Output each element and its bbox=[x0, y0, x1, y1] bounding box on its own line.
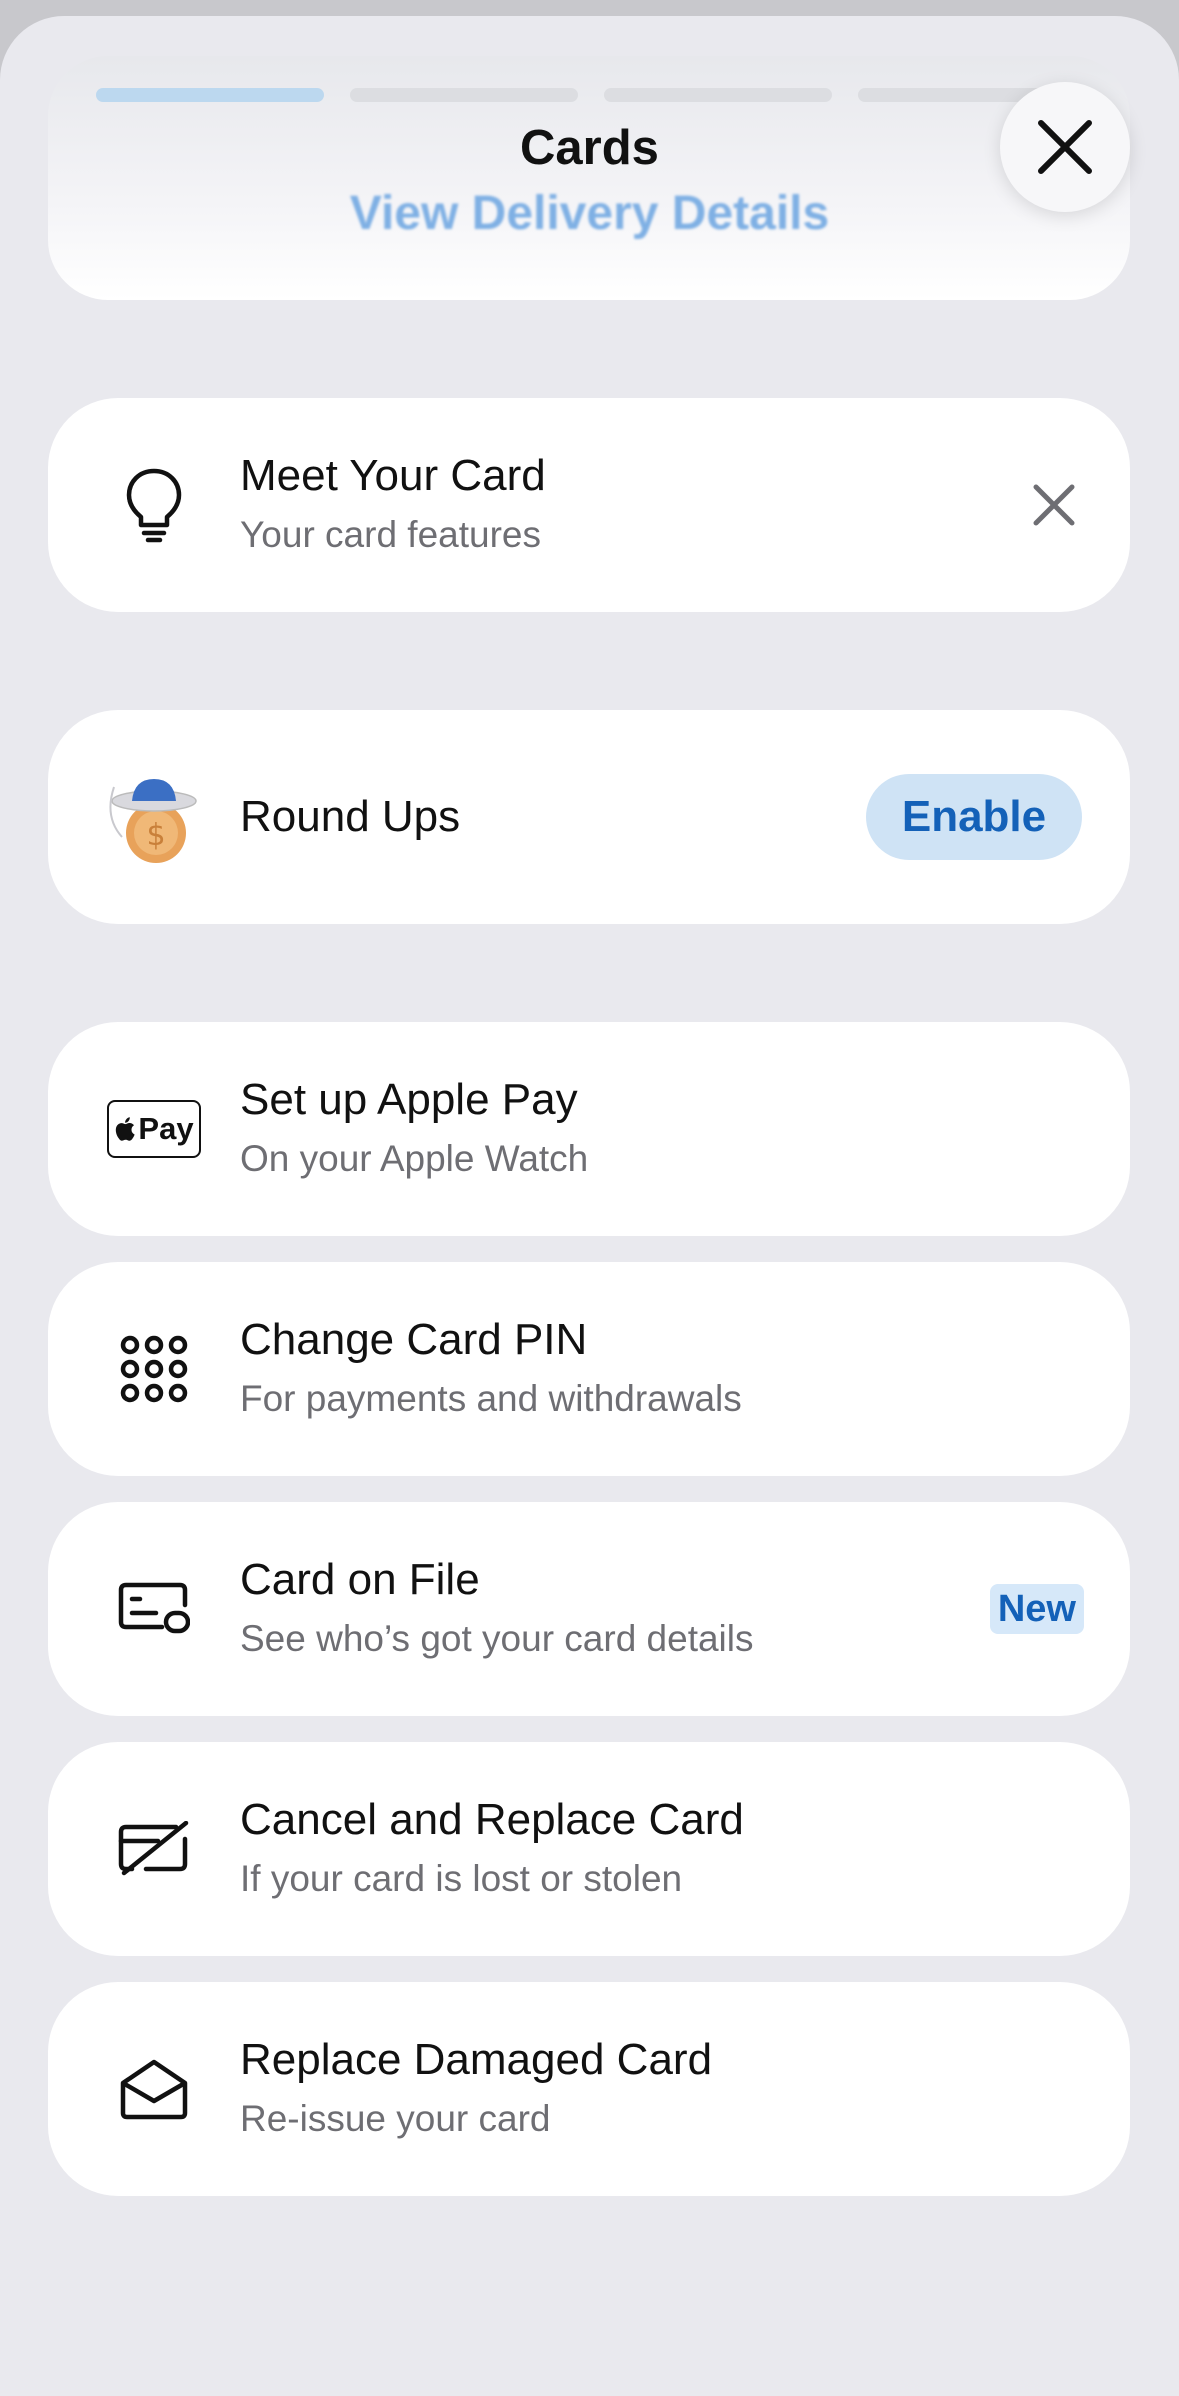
apple-pay-row[interactable]: Pay Set up Apple Pay On your Apple Watch bbox=[48, 1022, 1130, 1236]
round-ups-row[interactable]: $ Round Ups Enable bbox=[48, 710, 1130, 924]
progress-segment bbox=[96, 88, 324, 102]
row-title: Cancel and Replace Card bbox=[240, 1795, 744, 1844]
keypad-icon bbox=[104, 1319, 204, 1419]
cancel-replace-card-row[interactable]: Cancel and Replace Card If your card is … bbox=[48, 1742, 1130, 1956]
apple-pay-label: Pay bbox=[138, 1111, 194, 1146]
cards-sheet: Cards View Delivery Details Meet Your Ca… bbox=[0, 16, 1179, 2396]
progress-segment bbox=[604, 88, 832, 102]
change-card-pin-row[interactable]: Change Card PIN For payments and withdra… bbox=[48, 1262, 1130, 1476]
dismiss-icon bbox=[1033, 484, 1075, 526]
row-title: Meet Your Card bbox=[240, 451, 546, 500]
svg-text:$: $ bbox=[146, 818, 165, 853]
row-subtitle: For payments and withdrawals bbox=[240, 1378, 742, 1419]
row-subtitle: On your Apple Watch bbox=[240, 1138, 589, 1179]
row-subtitle: Re-issue your card bbox=[240, 2098, 551, 2139]
row-title: Change Card PIN bbox=[240, 1315, 588, 1364]
close-button[interactable] bbox=[1000, 82, 1130, 212]
replace-damaged-card-row[interactable]: Replace Damaged Card Re-issue your card bbox=[48, 1982, 1130, 2196]
row-title: Set up Apple Pay bbox=[240, 1075, 578, 1124]
lightbulb-icon bbox=[104, 455, 204, 555]
view-delivery-details-link[interactable]: View Delivery Details bbox=[0, 186, 1179, 241]
enable-button[interactable]: Enable bbox=[866, 774, 1082, 860]
row-subtitle: Your card features bbox=[240, 514, 541, 555]
row-title: Round Ups bbox=[240, 792, 461, 841]
card-on-file-row[interactable]: Card on File See who’s got your card det… bbox=[48, 1502, 1130, 1716]
progress-indicator bbox=[96, 88, 1086, 102]
card-on-file-icon bbox=[104, 1559, 204, 1659]
envelope-open-icon bbox=[104, 2039, 204, 2139]
apple-pay-icon: Pay bbox=[104, 1079, 204, 1179]
row-title: Card on File bbox=[240, 1555, 480, 1604]
round-ups-coin-icon: $ bbox=[104, 767, 204, 867]
row-subtitle: See who’s got your card details bbox=[240, 1618, 754, 1659]
row-title: Replace Damaged Card bbox=[240, 2035, 713, 2084]
row-subtitle: If your card is lost or stolen bbox=[240, 1858, 683, 1899]
dismiss-button[interactable] bbox=[1024, 475, 1084, 535]
meet-your-card-row[interactable]: Meet Your Card Your card features bbox=[48, 398, 1130, 612]
card-cancelled-icon bbox=[104, 1799, 204, 1899]
progress-segment bbox=[350, 88, 578, 102]
new-badge: New bbox=[989, 1584, 1084, 1634]
close-icon bbox=[1038, 120, 1092, 174]
